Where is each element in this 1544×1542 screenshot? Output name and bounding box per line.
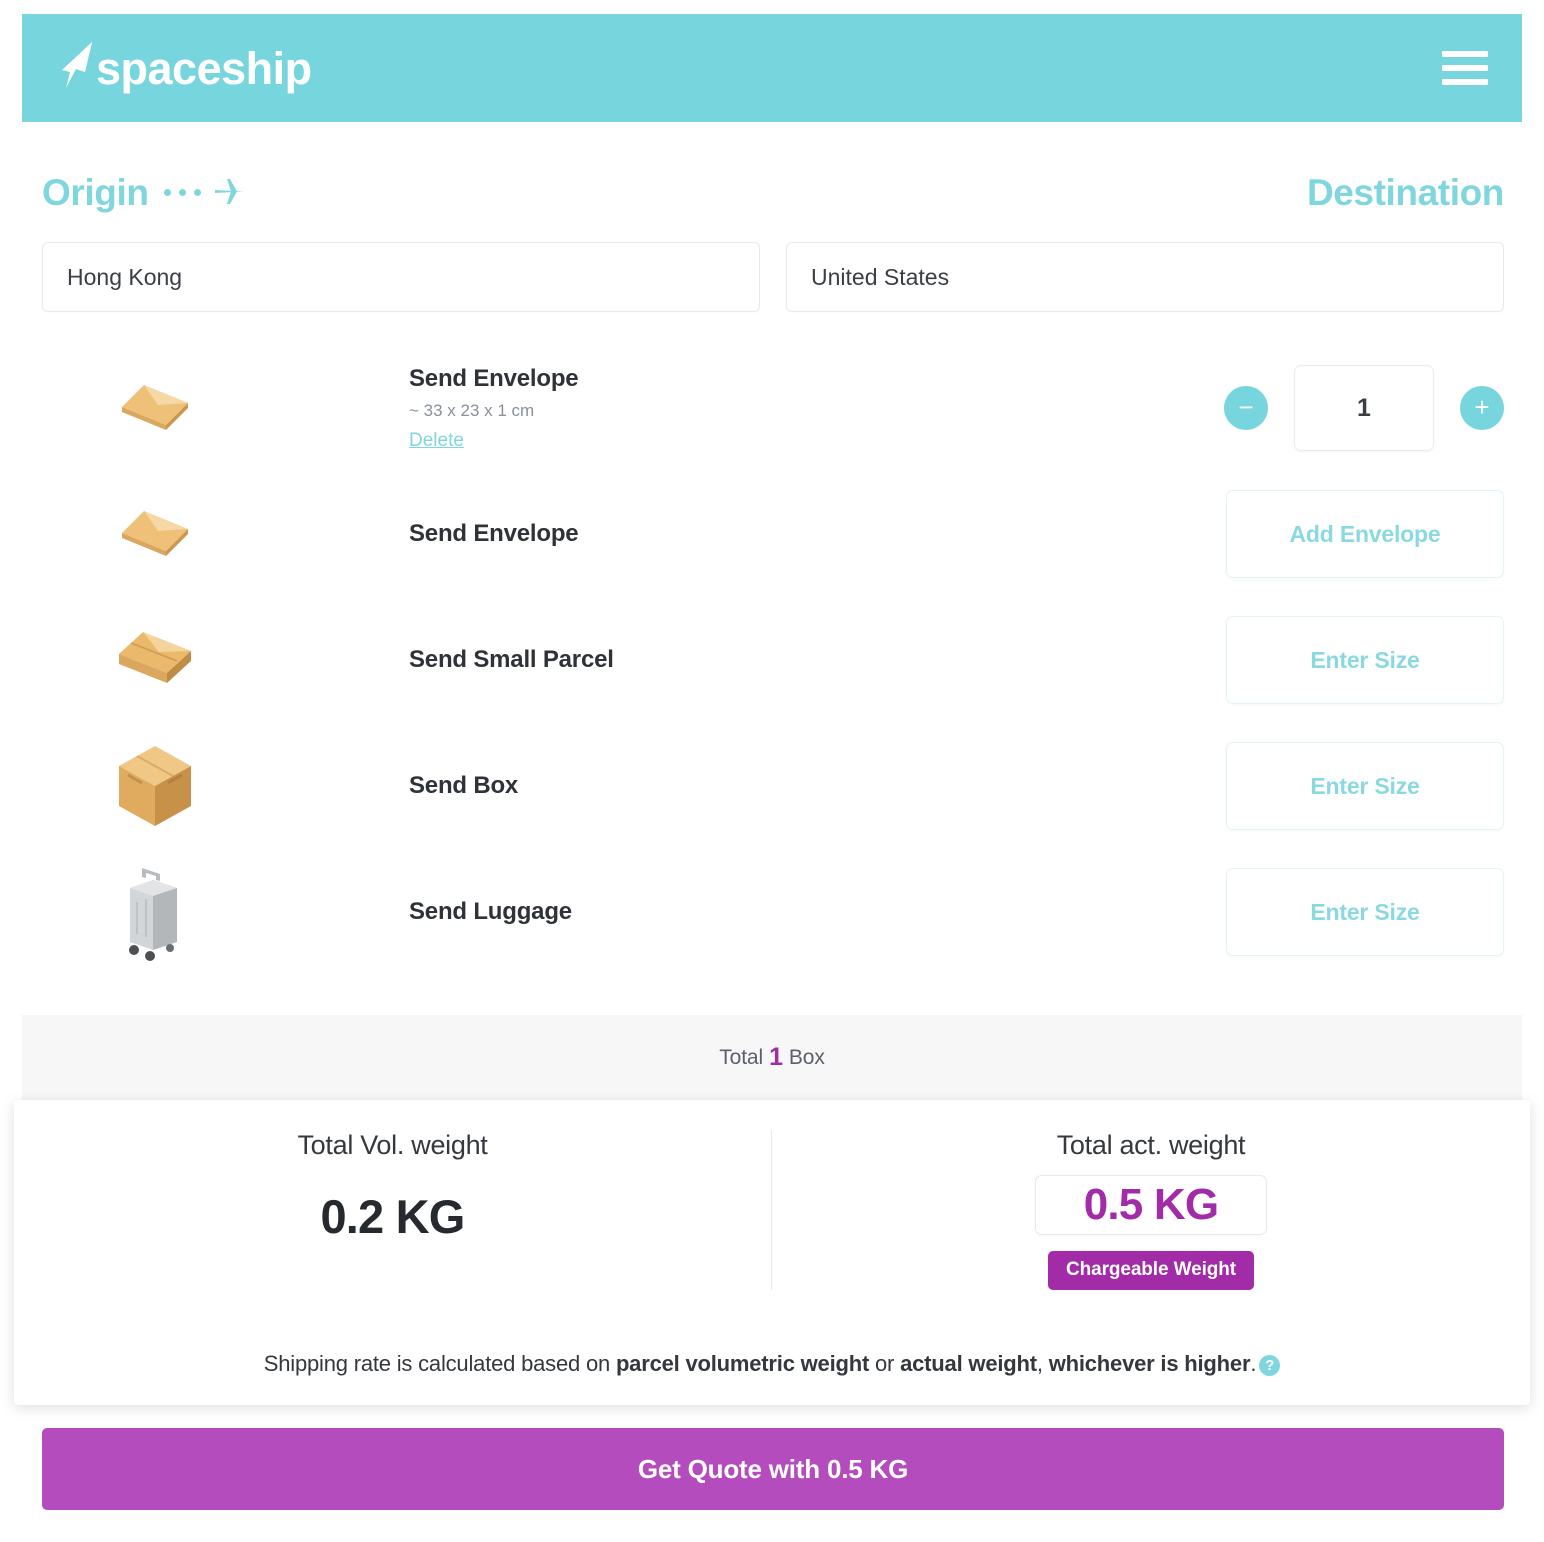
quantity-stepper: − 1 + — [1224, 365, 1504, 451]
origin-value: Hong Kong — [67, 263, 183, 290]
option-icon-cell — [42, 628, 267, 692]
option-icon-cell — [42, 505, 267, 563]
option-action-cell: Add Envelope — [1224, 490, 1504, 578]
note-bold-2: actual weight — [900, 1351, 1037, 1376]
luggage-icon — [128, 868, 177, 961]
total-suffix: Box — [788, 1045, 825, 1069]
note-part-4: . — [1250, 1351, 1257, 1376]
route-selector: Origin Hong Kong Destination United Stat… — [42, 166, 1504, 312]
quantity-increase-button[interactable]: + — [1460, 386, 1504, 430]
parcel-options-list: Send Envelope ~ 33 x 23 x 1 cm Delete − … — [42, 345, 1504, 975]
destination-label: Destination — [1306, 171, 1504, 213]
small-parcel-icon — [118, 632, 191, 683]
volumetric-weight-label: Total Vol. weight — [297, 1130, 488, 1160]
option-action-cell: Enter Size — [1224, 868, 1504, 956]
origin-label-row: Origin — [42, 166, 760, 220]
option-row-send-small-parcel: Send Small Parcel Enter Size — [42, 597, 1504, 723]
enter-size-button-box[interactable]: Enter Size — [1226, 742, 1504, 830]
get-quote-button[interactable]: Get Quote with 0.5 KG — [42, 1428, 1504, 1510]
option-icon-cell — [42, 379, 267, 437]
option-row-send-envelope: Send Envelope Add Envelope — [42, 471, 1504, 597]
option-dimensions: ~ 33 x 23 x 1 cm — [409, 401, 535, 421]
option-row-send-luggage: Send Luggage Enter Size — [42, 849, 1504, 975]
app-header: spaceship — [22, 14, 1522, 122]
airplane-icon — [214, 179, 244, 204]
weight-note: Shipping rate is calculated based on par… — [14, 1351, 1530, 1377]
option-action-cell: Enter Size — [1224, 742, 1504, 830]
option-title: Send Box — [409, 772, 519, 799]
quantity-input[interactable]: 1 — [1294, 365, 1434, 451]
weight-summary-card: Total Vol. weight 0.2 KG Total act. weig… — [14, 1100, 1530, 1405]
total-prefix: Total — [719, 1045, 764, 1069]
option-title: Send Envelope — [409, 520, 579, 547]
volumetric-weight-value: 0.2 KG — [320, 1190, 465, 1243]
brand-logo[interactable]: spaceship — [52, 42, 312, 94]
option-title: Send Luggage — [409, 898, 572, 925]
note-part-3: , — [1036, 1351, 1049, 1376]
option-title: Send Envelope — [409, 365, 579, 393]
delete-link[interactable]: Delete — [409, 430, 464, 452]
total-count: 1 — [769, 1043, 783, 1071]
shipping-quote-app: spaceship Origin Hong Kong Destination U… — [0, 0, 1544, 1542]
origin-group: Origin Hong Kong — [42, 166, 760, 312]
enter-size-button-small-parcel[interactable]: Enter Size — [1226, 616, 1504, 704]
question-mark-icon[interactable]: ? — [1259, 1355, 1281, 1376]
enter-size-button-luggage[interactable]: Enter Size — [1226, 868, 1504, 956]
destination-value: United States — [811, 263, 950, 290]
note-bold-1: parcel volumetric weight — [615, 1351, 870, 1376]
option-row-send-envelope-selected: Send Envelope ~ 33 x 23 x 1 cm Delete − … — [42, 345, 1504, 471]
origin-label: Origin — [42, 171, 149, 213]
hamburger-menu-icon[interactable] — [1442, 51, 1488, 85]
option-text-cell: Send Envelope ~ 33 x 23 x 1 cm Delete — [267, 364, 1224, 451]
option-title: Send Small Parcel — [409, 646, 614, 673]
destination-group: Destination United States — [786, 166, 1504, 312]
total-count-bar: Total 1 Box — [22, 1015, 1522, 1100]
actual-weight-column: Total act. weight 0.5 KG Chargeable Weig… — [772, 1130, 1530, 1290]
option-action-cell: Enter Size — [1224, 616, 1504, 704]
box-icon — [118, 746, 191, 826]
volumetric-weight-column: Total Vol. weight 0.2 KG — [14, 1130, 772, 1290]
chargeable-weight-badge: Chargeable Weight — [1047, 1251, 1255, 1290]
envelope-icon — [121, 511, 188, 556]
option-text-cell: Send Small Parcel — [267, 645, 1224, 675]
note-bold-3: whichever is higher — [1048, 1351, 1251, 1376]
note-part-1: Shipping rate is calculated based on — [263, 1351, 616, 1376]
destination-input[interactable]: United States — [786, 242, 1504, 312]
option-text-cell: Send Box — [267, 771, 1224, 801]
option-icon-cell — [42, 743, 267, 829]
spaceship-arrow-icon — [62, 42, 92, 88]
note-part-2: or — [869, 1351, 901, 1376]
quantity-decrease-button[interactable]: − — [1224, 386, 1268, 430]
option-text-cell: Send Envelope — [267, 519, 1224, 549]
option-icon-cell — [42, 862, 267, 962]
weight-grid: Total Vol. weight 0.2 KG Total act. weig… — [14, 1130, 1530, 1290]
actual-weight-label: Total act. weight — [1056, 1130, 1246, 1160]
add-envelope-button[interactable]: Add Envelope — [1226, 490, 1504, 578]
brand-name: spaceship — [96, 42, 312, 94]
option-row-send-box: Send Box Enter Size — [42, 723, 1504, 849]
option-action-cell: − 1 + — [1224, 365, 1504, 451]
origin-input[interactable]: Hong Kong — [42, 242, 760, 312]
route-dots-icon — [163, 188, 201, 196]
actual-weight-value: 0.5 KG — [1035, 1175, 1267, 1235]
option-text-cell: Send Luggage — [267, 897, 1224, 927]
envelope-icon — [121, 385, 188, 430]
